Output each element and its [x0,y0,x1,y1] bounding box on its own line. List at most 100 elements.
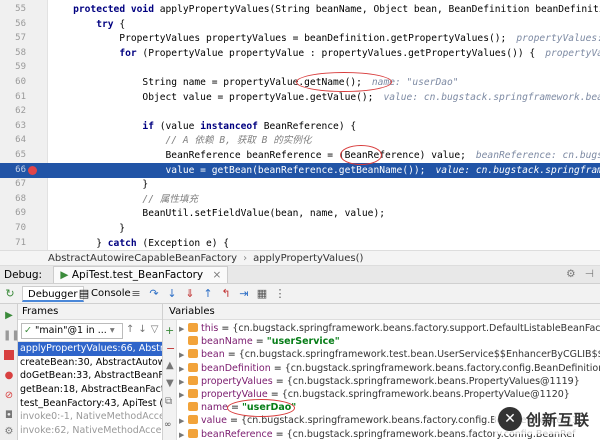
equals-sign: = [270,362,285,374]
code-line[interactable]: 57 PropertyValues propertyValues = beanD… [0,31,600,46]
add-watch-icon[interactable]: + [165,324,174,337]
glasses-icon[interactable]: ∞ [164,420,172,430]
variable-row[interactable]: ▶ this = {cn.bugstack.springframework.bea… [179,322,600,336]
variables-header: Variables [163,304,600,320]
code-source: try { [96,18,126,30]
code-text: Object value = propertyValue.getValue();… [50,90,600,105]
code-line[interactable]: 67 } [0,177,600,192]
show-execution-point-icon[interactable]: ≡ [128,286,144,302]
frame-item[interactable]: invoke:62, NativeMethodAccessorIm [18,424,162,438]
code-line[interactable]: 61 Object value = propertyValue.getValue… [0,90,600,105]
code-line[interactable]: 60 String name = propertyValue.getName()… [0,75,600,90]
arrow-up-icon[interactable]: ↑ [126,324,138,335]
code-source: protected void applyPropertyValues(Strin… [73,4,600,15]
frame-item[interactable]: createBean:30, AbstractAutowireCap [18,356,162,370]
variable-value: "userDao" [241,402,297,414]
move-up-icon[interactable]: ▲ [166,360,174,371]
line-number: 56 [15,18,26,29]
filter-icon[interactable]: ▽ [151,324,162,335]
code-line[interactable]: 69 BeanUtil.setFieldValue(bean, name, va… [0,206,600,221]
run-to-cursor-icon[interactable]: ⇥ [236,286,252,302]
settings-icon[interactable]: ⚙ [3,426,15,438]
code-line[interactable]: 68 // 属性填充 [0,192,600,207]
breakpoint-icon[interactable] [28,165,37,175]
line-number: 59 [15,62,26,73]
breadcrumb: AbstractAutowireCapableBeanFactory › apply… [0,250,600,266]
breadcrumb-method[interactable]: applyPropertyValues() [253,253,363,264]
variable-row[interactable]: beanName = "userService" [179,335,340,349]
close-icon[interactable]: × [213,269,222,281]
evaluate-expression-icon[interactable]: ▦ [254,286,270,302]
code-text: if (value instanceof BeanReference) { [50,119,356,134]
move-down-icon[interactable]: ▼ [166,378,174,389]
code-line[interactable]: 56 try { [0,17,600,32]
code-text: } catch (Exception e) { [50,236,229,250]
step-out-icon[interactable]: ↑ [200,286,216,302]
code-line[interactable]: 65 BeanReference beanReference = (BeanRe… [0,148,600,163]
trace-icon[interactable]: ⋮ [272,286,288,302]
hide-panel-icon[interactable]: ⊣ [585,268,594,280]
settings-gear-icon[interactable]: ⚙ [566,268,575,280]
code-source: BeanReference beanReference = (BeanRefer… [50,150,466,161]
drop-frame-icon[interactable]: ↰ [218,286,234,302]
variable-row[interactable]: ▶ propertyValues = {cn.bugstack.springfra… [179,375,580,389]
code-line[interactable]: 70 } [0,221,600,236]
variable-type-icon [188,375,198,385]
code-line[interactable]: 66 value = getBean(beanReference.getBean… [0,162,600,178]
line-number: 69 [15,208,26,219]
frame-item[interactable]: doGetBean:33, AbstractBeanFactory [18,369,162,383]
line-number: 64 [15,135,26,146]
code-line[interactable]: 59 [0,60,600,75]
code-source: for (PropertyValue propertyValue : prope… [119,47,536,59]
arrow-down-icon[interactable]: ↓ [138,324,150,335]
variable-name: propertyValue [201,389,268,400]
code-line[interactable]: 58 for (PropertyValue propertyValue : pr… [0,46,600,61]
breadcrumb-class[interactable]: AbstractAutowireCapableBeanFactory [48,253,237,264]
step-over-icon[interactable]: ↷ [146,286,162,302]
variable-type-icon [188,428,198,438]
view-breakpoints-icon[interactable]: ● [3,370,15,382]
mute-breakpoints-icon[interactable]: ⊘ [3,390,15,402]
variable-value: {cn.bugstack.springframework.beans.facto… [284,362,600,374]
tab-debugger[interactable]: Debugger [22,286,84,302]
code-source: value = getBean(beanReference.getBeanNam… [50,164,426,176]
expand-arrow-icon[interactable]: ▶ [179,429,188,440]
rerun-icon[interactable]: ↻ [2,286,18,302]
code-text: } [50,177,148,192]
code-text: } [50,221,125,236]
code-line[interactable]: 63 if (value instanceof BeanReference) { [0,119,600,134]
resume-icon[interactable]: ▶ [3,310,15,322]
code-editor[interactable]: 55 protected void applyPropertyValues(St… [0,0,600,250]
debug-session-tab[interactable]: ▶ ApiTest.test_BeanFactory × [53,266,229,283]
frames-header: Frames [18,304,162,320]
variable-row[interactable]: ▶ bean = {cn.bugstack.springframework.tes… [179,348,600,362]
thread-select[interactable]: ✓ "main"@1 in ... ▾ [21,323,123,339]
inline-value-hint: name: "userDao" [371,77,459,88]
code-source: if (value instanceof BeanReference) { [142,120,357,132]
code-line[interactable]: 64 // A 依赖 B, 获取 B 的实例化 [0,133,600,148]
watermark-logo-icon: ✕ [497,407,522,431]
code-line[interactable]: 62 [0,104,600,119]
frame-item[interactable]: invoke0:-1, NativeMethodAccessorIm [18,410,162,424]
copy-icon[interactable]: ⧉ [165,396,172,407]
equals-sign: = [267,389,282,400]
code-line[interactable]: 71 } catch (Exception e) { [0,236,600,250]
camera-icon[interactable]: ◘ [3,410,15,422]
variable-type-icon [188,415,198,425]
variable-row[interactable]: ▶ propertyValue = {cn.bugstack.springfram… [179,388,570,402]
code-line[interactable]: 55 protected void applyPropertyValues(St… [0,2,600,17]
code-source: // A 依赖 B, 获取 B 的实例化 [50,135,312,147]
frame-item[interactable]: applyPropertyValues:66, AbstractAut [18,342,162,356]
remove-watch-icon[interactable]: − [166,342,175,355]
variable-row[interactable]: name = "userDao" [179,401,296,415]
code-source: } [50,223,126,234]
variable-row[interactable]: ▶ beanDefinition = {cn.bugstack.springfra… [179,362,600,376]
line-number: 71 [15,237,26,248]
frame-item[interactable]: test_BeanFactory:43, ApiTest (cn.b [18,397,162,411]
stop-icon[interactable] [4,350,14,360]
frame-item[interactable]: getBean:18, AbstractBeanFactory (c [18,383,162,397]
force-step-into-icon[interactable]: ⇓ [182,286,198,302]
step-into-icon[interactable]: ↓ [164,286,180,302]
line-number: 55 [15,4,26,14]
pause-icon[interactable]: ❚❚ [3,330,20,342]
